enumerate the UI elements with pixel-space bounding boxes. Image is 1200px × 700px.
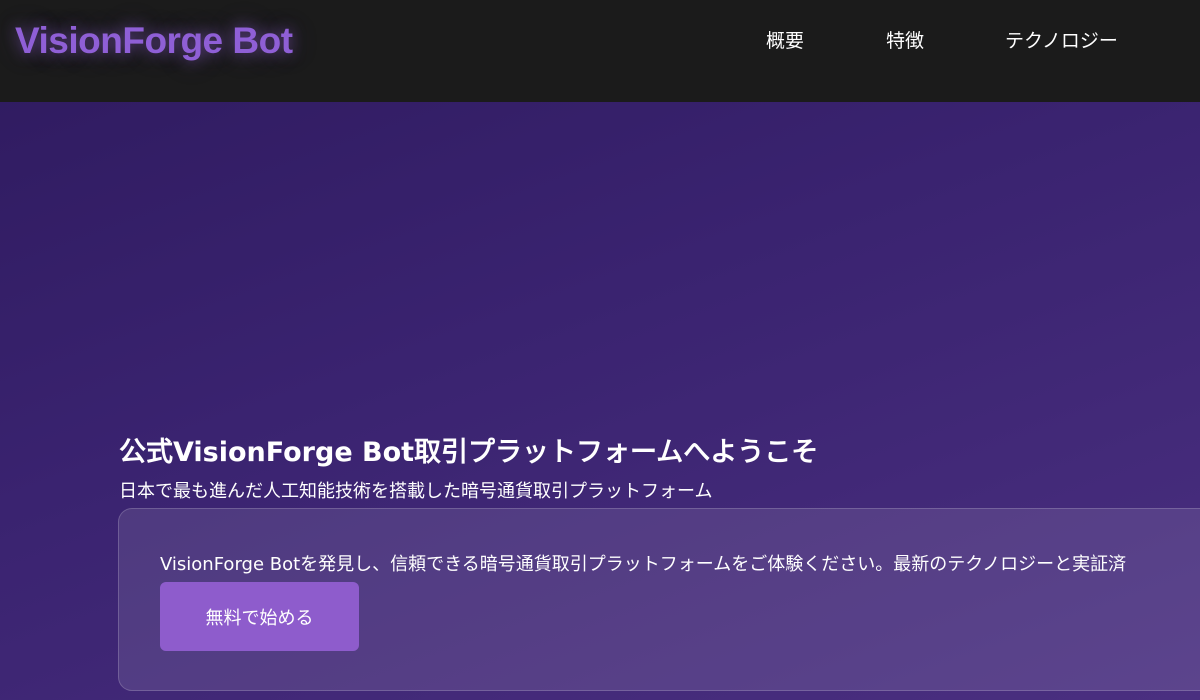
- intro-card-text: VisionForge Botを発見し、信頼できる暗号通貨取引プラットフォームを…: [160, 554, 1127, 575]
- brand-logo[interactable]: VisionForge Bot: [15, 20, 293, 62]
- intro-card: VisionForge Botを発見し、信頼できる暗号通貨取引プラットフォームを…: [118, 508, 1200, 691]
- top-navigation-bar: VisionForge Bot 概要 特徴 テクノロジー: [0, 0, 1200, 102]
- nav-link-technology[interactable]: テクノロジー: [1005, 28, 1118, 54]
- nav-link-overview[interactable]: 概要: [766, 28, 804, 54]
- nav-link-features[interactable]: 特徴: [886, 28, 924, 54]
- start-free-button[interactable]: 無料で始める: [160, 582, 359, 651]
- hero-title: 公式VisionForge Bot取引プラットフォームへようこそ: [119, 437, 819, 468]
- hero-subtitle: 日本で最も進んだ人工知能技術を搭載した暗号通貨取引プラットフォーム: [119, 481, 713, 502]
